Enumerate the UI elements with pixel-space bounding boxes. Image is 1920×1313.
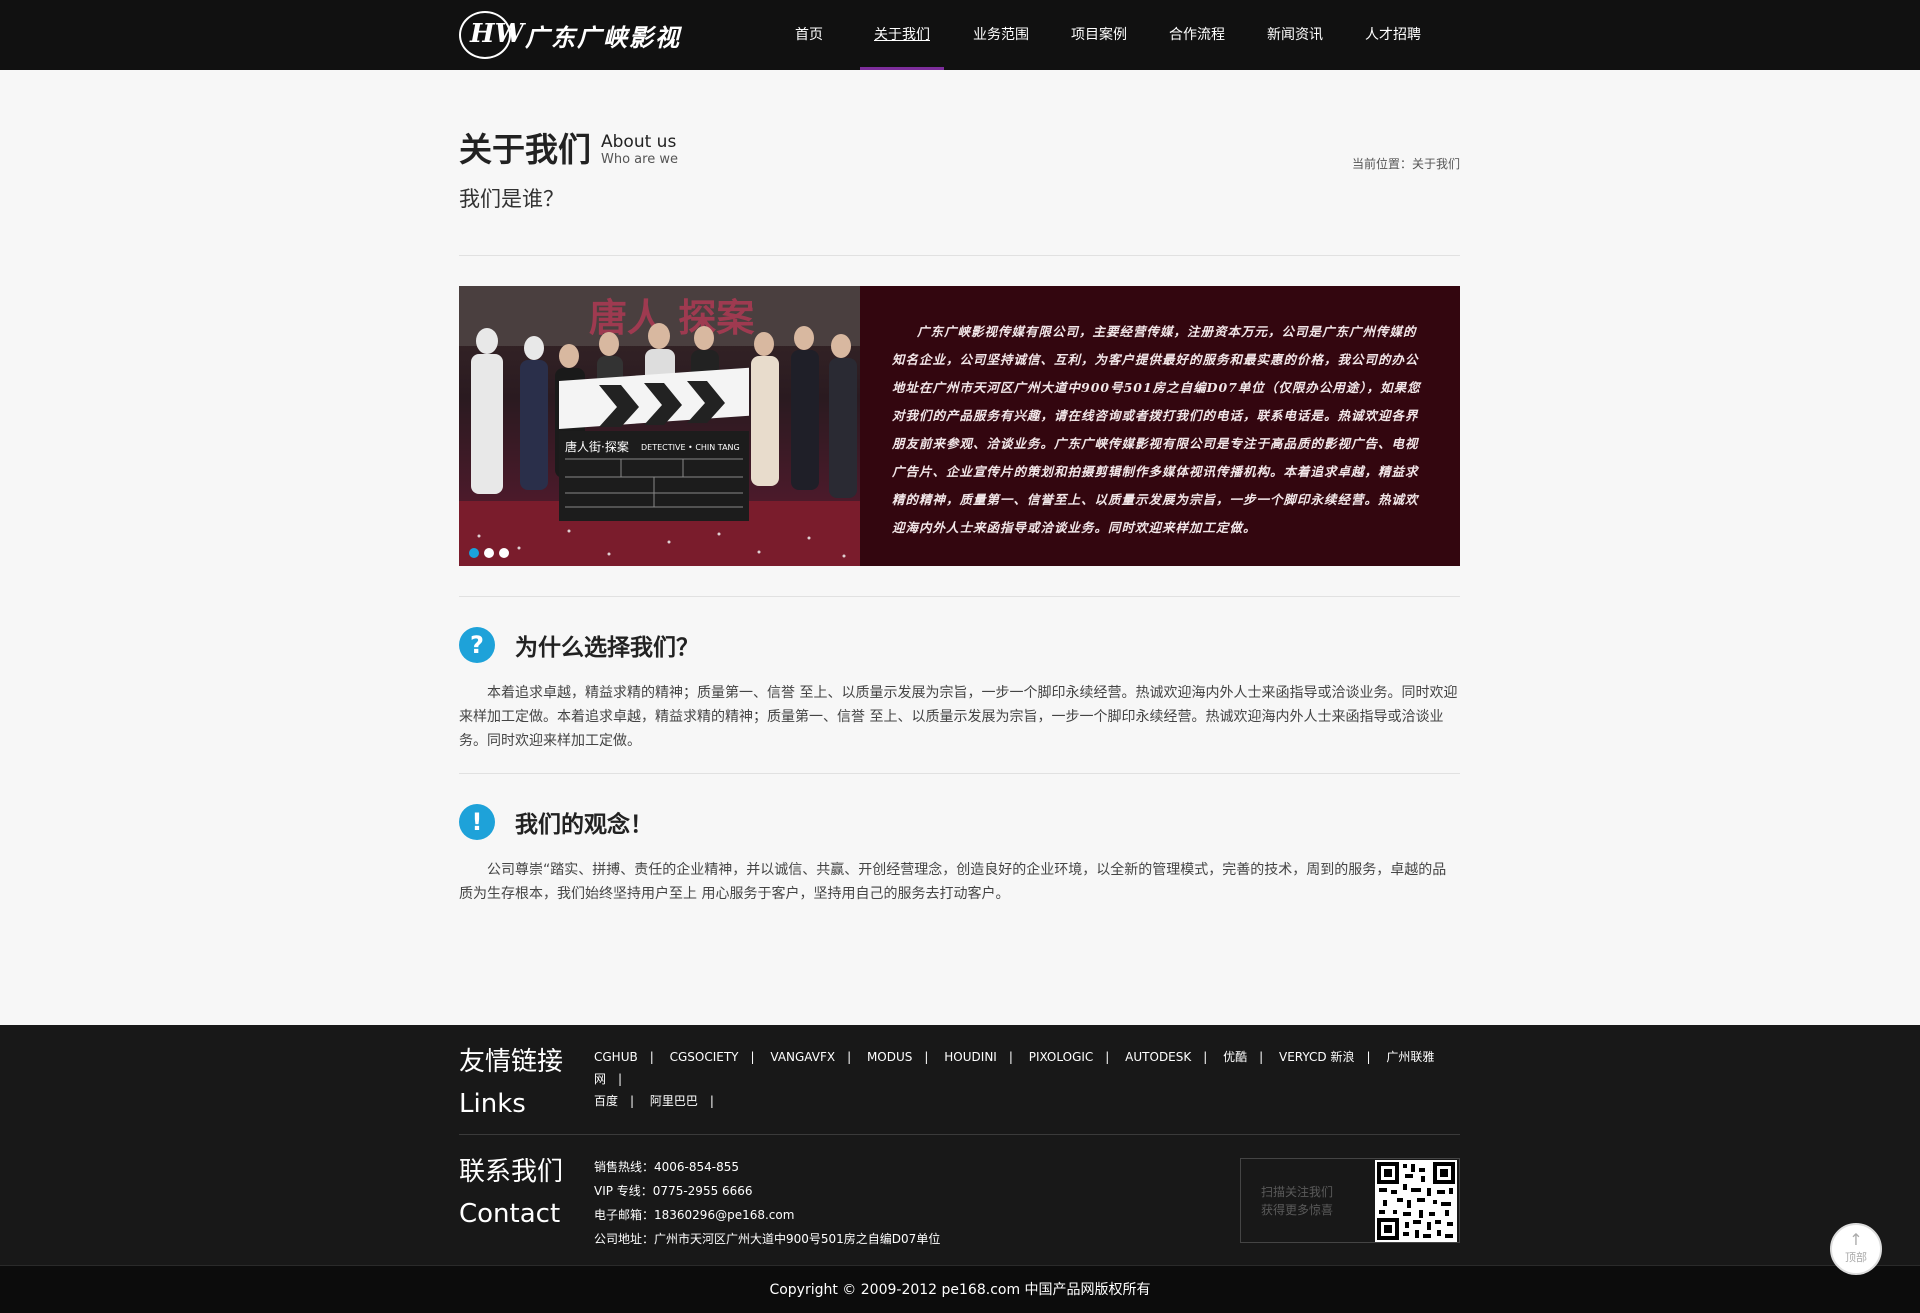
- section-heading: ? 为什么选择我们？: [459, 625, 1460, 665]
- section-title: 为什么选择我们？: [515, 635, 699, 661]
- qr-caption-line-1: 扫描关注我们: [1261, 1185, 1334, 1199]
- page-title-en: About us: [601, 132, 677, 152]
- slider-dot-2[interactable]: [484, 548, 494, 558]
- divider: [459, 596, 1460, 597]
- friend-links: CGHUB | CGSOCIETY | VANGAVFX | MODUS | HOUDI…: [594, 1050, 1435, 1108]
- page-title-en-block: About us Who are we: [601, 132, 678, 170]
- svg-text:唐人街·探案: 唐人街·探案: [565, 439, 629, 454]
- qr-panel: 扫描关注我们 获得更多惊喜: [1240, 1158, 1460, 1243]
- contact-label-cn: 联系我们: [459, 1157, 564, 1187]
- links-label-en: Links: [459, 1089, 526, 1119]
- nav-about[interactable]: 关于我们: [860, 0, 944, 70]
- page-title: 关于我们 About us Who are we: [459, 130, 678, 170]
- exclamation-icon: !: [459, 804, 495, 840]
- about-banner-slider[interactable]: 唐人 探案 唐人街·探案 DETECTIVE • CHIN TANG 广东广峡影…: [459, 286, 1460, 566]
- friend-link[interactable]: CGSOCIETY: [670, 1050, 739, 1064]
- section-title: 我们的观念！: [515, 812, 653, 838]
- friend-link[interactable]: MODUS: [867, 1050, 912, 1064]
- svg-text:唐人 探案: 唐人 探案: [589, 295, 755, 340]
- breadcrumb[interactable]: 当前位置：关于我们: [1352, 155, 1460, 172]
- nav-news[interactable]: 新闻资讯: [1246, 0, 1344, 70]
- nav-jobs[interactable]: 人才招聘: [1344, 0, 1442, 70]
- contact-address: 公司地址：广州市天河区广州大道中900号501房之自编D07单位: [594, 1232, 941, 1246]
- friend-link[interactable]: 优酷: [1223, 1050, 1247, 1064]
- friend-link[interactable]: PIXOLOGIC: [1029, 1050, 1094, 1064]
- back-to-top-label: 顶部: [1845, 1251, 1867, 1264]
- page-subtitle: 我们是谁？: [459, 187, 564, 211]
- friend-link[interactable]: 百度: [594, 1094, 618, 1108]
- contact-label-en: Contact: [459, 1199, 561, 1229]
- logo-mark-icon: HW: [459, 11, 524, 59]
- footer-divider: [459, 1134, 1460, 1135]
- section-body: 本着追求卓越，精益求精的精神；质量第一、信誉 至上、以质量示发展为宗旨，一步一个…: [459, 685, 1458, 749]
- links-label-cn: 友情链接: [459, 1047, 564, 1077]
- section-heading: ! 我们的观念！: [459, 802, 1460, 842]
- nav-services[interactable]: 业务范围: [952, 0, 1050, 70]
- our-philosophy-section: ! 我们的观念！ 公司尊崇“踏实、拼搏、责任的企业精神，并以诚信、共赢、开创经营…: [459, 802, 1460, 906]
- friend-link[interactable]: VANGAVFX: [770, 1050, 835, 1064]
- nav-home[interactable]: 首页: [760, 0, 858, 70]
- slider-dot-1[interactable]: [469, 548, 479, 558]
- qr-caption: 扫描关注我们 获得更多惊喜: [1261, 1183, 1333, 1219]
- friend-link[interactable]: 阿里巴巴: [650, 1094, 698, 1108]
- copyright-text: Copyright © 2009-2012 pe168.com 中国产品网版权所…: [769, 1282, 1151, 1298]
- slider-dots: [469, 548, 509, 558]
- friend-link[interactable]: HOUDINI: [944, 1050, 997, 1064]
- page-title-cn: 关于我们: [459, 130, 591, 169]
- top-navbar: HW 广东广峡影视 首页 关于我们 业务范围 项目案例 合作流程 新闻资讯 人才…: [0, 0, 1920, 70]
- slider-dot-3[interactable]: [499, 548, 509, 558]
- banner-photo: 唐人 探案 唐人街·探案 DETECTIVE • CHIN TANG: [459, 286, 860, 566]
- copyright-bar: Copyright © 2009-2012 pe168.com 中国产品网版权所…: [0, 1265, 1920, 1313]
- qr-caption-line-2: 获得更多惊喜: [1261, 1203, 1334, 1217]
- logo[interactable]: HW 广东广峡影视: [459, 10, 681, 60]
- divider: [459, 773, 1460, 774]
- friend-link[interactable]: AUTODESK: [1125, 1050, 1191, 1064]
- friend-link[interactable]: VERYCD 新浪: [1279, 1050, 1354, 1064]
- section-body: 公司尊崇“踏实、拼搏、责任的企业精神，并以诚信、共赢、开创经营理念，创造良好的企…: [459, 862, 1447, 902]
- arrow-up-icon: ↑: [1849, 1230, 1863, 1249]
- nav-process[interactable]: 合作流程: [1148, 0, 1246, 70]
- page-title-en-sub: Who are we: [601, 152, 678, 167]
- logo-text: 广东广峡影视: [525, 22, 681, 52]
- main-nav: 首页 关于我们 业务范围 项目案例 合作流程 新闻资讯 人才招聘: [760, 0, 1442, 70]
- qr-code-icon: [1375, 1160, 1457, 1242]
- vip-line: VIP 专线：0775-2955 6666: [594, 1184, 753, 1198]
- friend-link[interactable]: CGHUB: [594, 1050, 638, 1064]
- back-to-top-button[interactable]: ↑ 顶部: [1830, 1223, 1882, 1275]
- why-choose-us-section: ? 为什么选择我们？ 本着追求卓越，精益求精的精神；质量第一、信誉 至上、以质量…: [459, 625, 1460, 753]
- question-icon: ?: [459, 627, 495, 663]
- contact-info: 销售热线：4006-854-855 VIP 专线：0775-2955 6666 …: [594, 1155, 940, 1251]
- nav-cases[interactable]: 项目案例: [1050, 0, 1148, 70]
- svg-text:DETECTIVE • CHIN TANG: DETECTIVE • CHIN TANG: [641, 443, 740, 452]
- contact-email[interactable]: 电子邮箱：18360296@pe168.com: [594, 1203, 940, 1227]
- divider: [459, 255, 1460, 256]
- sales-hotline: 销售热线：4006-854-855: [594, 1160, 740, 1174]
- banner-description: 广东广峡影视传媒有限公司，主要经营传媒，注册资本万元，公司是广东广州传媒的知名企…: [860, 286, 1460, 566]
